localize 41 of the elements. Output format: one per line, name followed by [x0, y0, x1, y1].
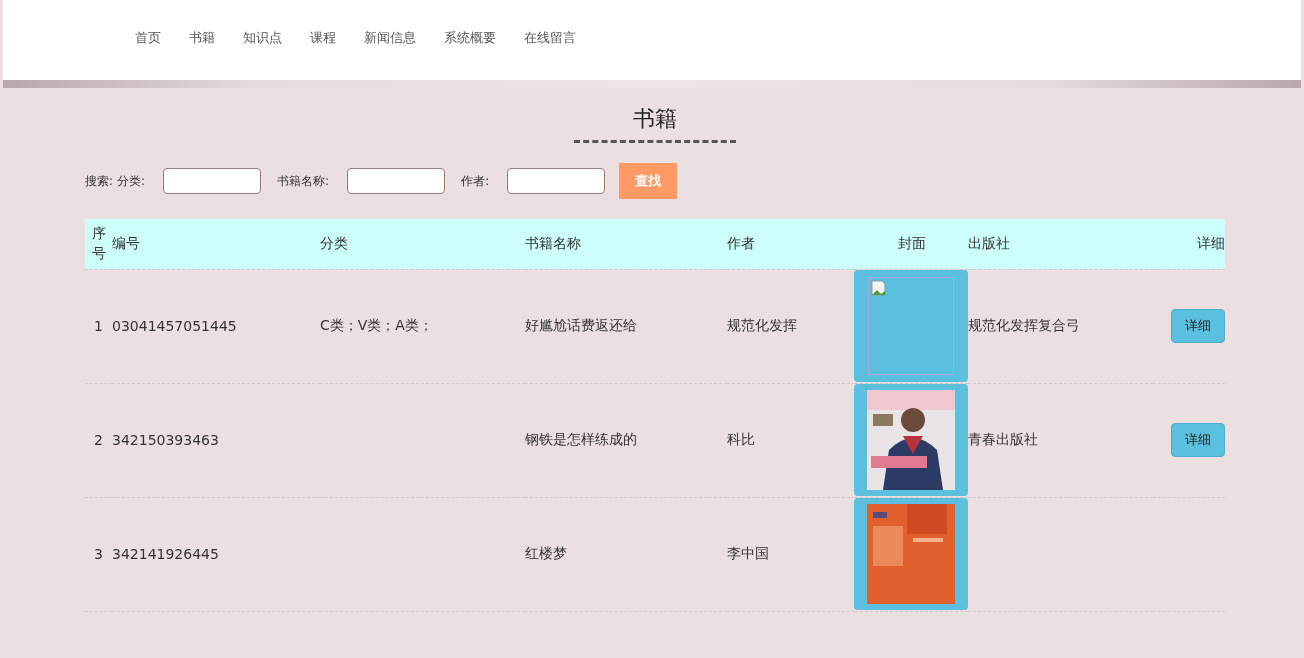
nav-link[interactable]: 新闻信息 [364, 29, 416, 47]
table-cell: 1 [94, 318, 103, 334]
table-cell: 规范化发挥 [727, 317, 797, 333]
table-cell: 03041457051445 [112, 318, 237, 334]
nav-link[interactable]: 知识点 [243, 29, 282, 47]
broken-image-icon [871, 280, 887, 296]
nav-link[interactable]: 系统概要 [444, 29, 496, 47]
nav-link[interactable]: 课程 [310, 29, 336, 47]
table-cell: 科比 [727, 431, 755, 447]
table-cell: 钢铁是怎样练成的 [525, 431, 637, 447]
input-field[interactable] [347, 168, 446, 194]
detail-button[interactable]: 详细 [1171, 423, 1225, 457]
input-field[interactable] [507, 168, 606, 194]
field-label: 作者: [461, 172, 490, 190]
column-header: 分类 [320, 234, 348, 251]
table-cell: 3 [94, 546, 103, 562]
table-cell: 青春出版社 [968, 431, 1038, 447]
table-cell: 规范化发挥复合弓 [968, 317, 1080, 333]
detail-button[interactable]: 详细 [1171, 309, 1225, 343]
column-header: 封面 [897, 234, 926, 251]
page-title: 书籍 [574, 104, 736, 143]
table-cell: 好尴尬话费返还给 [525, 317, 637, 333]
table-cell: 342141926445 [112, 546, 219, 562]
table-cell: 342150393463 [112, 432, 219, 448]
table-cell: 红楼梦 [525, 545, 567, 561]
nav-link[interactable]: 首页 [135, 29, 161, 47]
nav-link[interactable]: 书籍 [189, 29, 215, 47]
nav-link[interactable]: 在线留言 [524, 29, 576, 47]
column-header: 书籍名称 [525, 234, 581, 251]
column-header: 编号 [112, 234, 140, 251]
column-header: 出版社 [968, 234, 1010, 251]
field-label: 书籍名称: [277, 172, 330, 190]
table-cell: 李中国 [727, 545, 769, 561]
table-cell: 2 [94, 432, 103, 448]
column-header: 详细 [1197, 234, 1225, 251]
column-header: 作者 [727, 234, 755, 251]
search-label: 搜索: [85, 172, 114, 190]
field-label: 分类: [117, 172, 146, 190]
column-header: 序号 [91, 224, 106, 263]
input-field[interactable] [163, 168, 262, 194]
table-cell: C类；V类；A类； [320, 317, 433, 333]
